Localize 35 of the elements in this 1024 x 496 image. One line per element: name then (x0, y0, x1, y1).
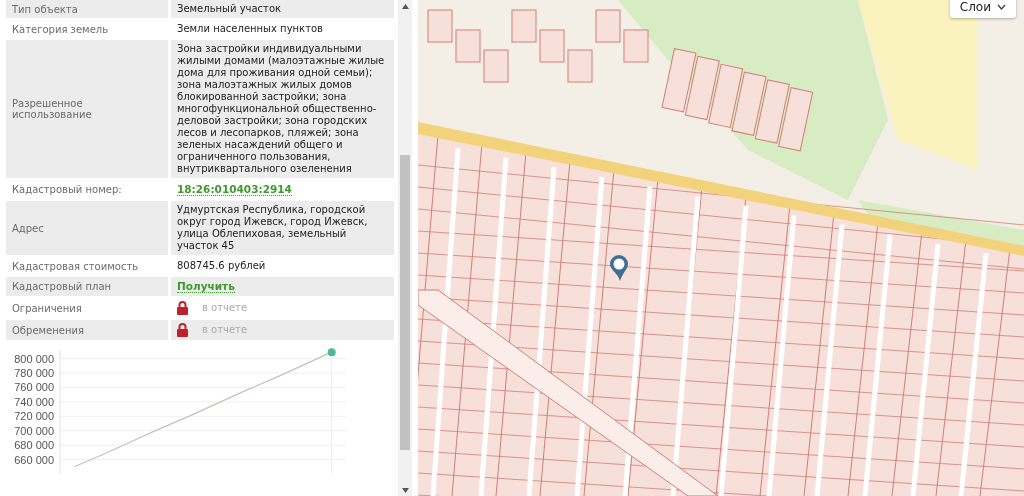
property-link[interactable]: Получить (177, 280, 235, 293)
scroll-down-arrow-icon[interactable] (401, 487, 409, 493)
property-label: Обременения (12, 324, 84, 336)
property-value: Зона застройки индивидуальными жилыми домами (малоэтажные жилые дома для проживания одной семьи); зона малоэтажных жилых домов блокированной застройки; зона многофункциональной общественно-деловой застройки; зона городских лесов и лесопарков, пляжей; зона зеленых насаждений общего и ограниченного пользования, внутриквартального озеленения (177, 43, 386, 175)
chevron-icon (997, 4, 1006, 10)
location-pin-icon[interactable] (608, 254, 630, 282)
property-label: Кадастровый план (12, 281, 112, 292)
y-tick-label: 760 000 (14, 381, 54, 394)
y-tick-label: 800 000 (14, 352, 54, 365)
property-label: Ограничения (12, 302, 82, 314)
data-point (327, 348, 336, 357)
property-label: Кадастровый номер: (12, 184, 122, 195)
y-tick-label: 740 000 (14, 395, 54, 408)
property-label: Адрес (12, 222, 44, 234)
property-label: Тип объекта (12, 3, 78, 15)
lock-icon (177, 301, 188, 315)
y-tick-label: 720 000 (14, 410, 54, 423)
y-tick-label: 700 000 (14, 424, 54, 437)
y-tick-label: 660 000 (14, 453, 54, 466)
property-value: Земли населенных пунктов (177, 23, 323, 35)
y-tick-label: 680 000 (14, 439, 54, 452)
property-label: Кадастровая стоимость (12, 260, 139, 272)
scrollbar-thumb[interactable] (400, 155, 410, 450)
property-value: Удмуртская Республика, городской округ город Ижевск, город Ижевск, улица Облепиховая, земельный участок 45 (177, 204, 369, 252)
scroll-up-arrow-icon[interactable] (401, 3, 409, 9)
layers-button[interactable]: Слои (949, 0, 1016, 18)
property-value: Земельный участок (177, 3, 282, 15)
locked-value: в отчете (202, 302, 248, 314)
property-label: Категория земель (12, 23, 109, 35)
property-value: 808745.6 рублей (177, 260, 266, 272)
property-label: Разрешенное использование (12, 98, 93, 120)
locked-value: в отчете (202, 324, 248, 336)
property-link[interactable]: 18:26:010403:2914 (177, 183, 292, 196)
y-tick-label: 780 000 (14, 367, 54, 380)
lock-icon (177, 323, 188, 337)
